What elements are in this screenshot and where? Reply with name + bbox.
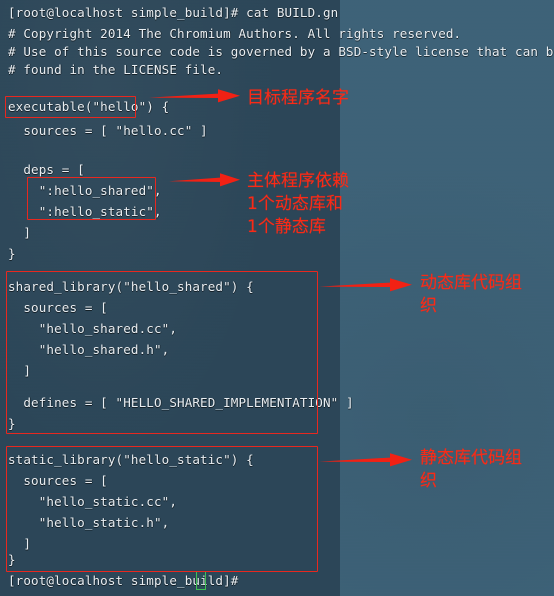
code-line-shared-source-h: "hello_shared.h", bbox=[8, 342, 170, 357]
annotation-main-program-deps: 主体程序依赖 1个动态库和 1个静态库 bbox=[247, 171, 349, 237]
code-line-static-source-cc: "hello_static.cc", bbox=[8, 494, 178, 509]
arrow-to-main-program-deps bbox=[168, 170, 242, 190]
annotation-target-program-name: 目标程序名字 bbox=[247, 88, 349, 108]
code-line-static-library-close: } bbox=[8, 552, 16, 567]
code-line-executable-decl: executable("hello") { bbox=[8, 99, 170, 114]
code-line-deps-close: ] bbox=[8, 225, 32, 240]
code-line-dep-hello-static: ":hello_static", bbox=[8, 204, 162, 219]
code-line-executable-close: } bbox=[8, 246, 16, 261]
terminal-command-line: [root@localhost simple_build]# cat BUILD… bbox=[8, 5, 339, 20]
code-line-shared-library-close: } bbox=[8, 416, 16, 431]
code-line-dep-hello-shared: ":hello_shared", bbox=[8, 183, 162, 198]
code-line-static-source-h: "hello_static.h", bbox=[8, 515, 170, 530]
arrow-to-shared-library-code bbox=[318, 275, 414, 295]
code-line-0: # Copyright 2014 The Chromium Authors. A… bbox=[8, 26, 462, 41]
code-line-shared-sources-open: sources = [ bbox=[8, 300, 108, 315]
annotation-shared-library-code: 动态库代码组 织 bbox=[420, 273, 522, 316]
code-line-2: # found in the LICENSE file. bbox=[8, 62, 224, 77]
code-line-shared-source-cc: "hello_shared.cc", bbox=[8, 321, 178, 336]
block-cursor-icon bbox=[196, 571, 206, 590]
code-line-sources-hello: sources = [ "hello.cc" ] bbox=[8, 123, 208, 138]
arrow-to-target-program-name bbox=[148, 86, 242, 106]
annotation-static-library-code: 静态库代码组 织 bbox=[420, 448, 522, 491]
code-line-shared-defines: defines = [ "HELLO_SHARED_IMPLEMENTATION… bbox=[8, 395, 354, 410]
code-line-static-library-decl: static_library("hello_static") { bbox=[8, 452, 254, 467]
arrow-to-static-library-code bbox=[318, 450, 414, 470]
code-line-shared-sources-close: ] bbox=[8, 363, 32, 378]
code-line-deps-open: deps = [ bbox=[8, 162, 85, 177]
code-line-shared-library-decl: shared_library("hello_shared") { bbox=[8, 279, 254, 294]
code-line-static-sources-close: ] bbox=[8, 536, 32, 551]
code-line-static-sources-open: sources = [ bbox=[8, 473, 108, 488]
terminal-screenshot: [root@localhost simple_build]# cat BUILD… bbox=[0, 0, 554, 596]
code-line-1: # Use of this source code is governed by… bbox=[8, 44, 554, 59]
